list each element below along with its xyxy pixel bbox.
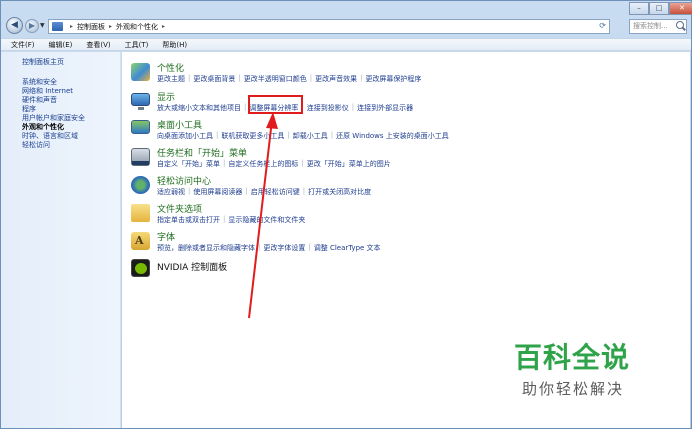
close-button[interactable]: ✕ — [669, 2, 692, 15]
sidebar-item-network[interactable]: 网络和 Internet — [22, 87, 120, 96]
link-add-gadgets[interactable]: 向桌面添加小工具 — [157, 131, 213, 141]
taskbar-icon[interactable] — [131, 148, 150, 166]
fonts-icon[interactable] — [131, 232, 150, 250]
display-icon[interactable] — [131, 93, 150, 110]
link-turn-on-access-keys[interactable]: 启用轻松访问键 — [251, 187, 300, 197]
sidebar-item-clock-language[interactable]: 时钟、语言和区域 — [22, 132, 120, 141]
folder-options-icon[interactable] — [131, 204, 150, 222]
sidebar-item-ease-of-access[interactable]: 轻松访问 — [22, 141, 120, 150]
window-controls: – □ ✕ — [629, 2, 692, 15]
category-links: 预览，删除或者显示和隐藏字体 | 更改字体设置 | 调整 ClearType 文本 — [157, 243, 381, 253]
ease-of-access-icon[interactable] — [131, 176, 150, 194]
link-show-hidden-files[interactable]: 显示隐藏的文件和文件夹 — [228, 215, 305, 225]
personalization-icon[interactable] — [131, 63, 150, 81]
category-title[interactable]: 文件夹选项 — [157, 202, 202, 215]
back-button[interactable]: ◀ — [6, 17, 23, 34]
link-accommodate-low-vision[interactable]: 适应弱视 — [157, 187, 185, 197]
menu-help[interactable]: 帮助(H) — [162, 40, 187, 50]
link-change-screensaver[interactable]: 更改屏幕保护程序 — [365, 74, 421, 84]
forward-button[interactable]: ▶ — [25, 19, 39, 33]
category-links: 适应弱视 | 使用屏幕阅读器 | 启用轻松访问键 | 打开或关闭高对比度 — [157, 187, 372, 197]
navigation-bar: ◀ ▶ ▼ ▸ 控制面板 ▸ 外观和个性化 ▸ ⟳ – □ ✕ 搜索控制... — [1, 1, 692, 37]
menu-edit[interactable]: 编辑(E) — [49, 40, 73, 50]
maximize-button[interactable]: □ — [649, 2, 669, 15]
breadcrumb-separator-icon[interactable]: ▸ — [70, 23, 73, 30]
link-change-theme[interactable]: 更改主题 — [157, 74, 185, 84]
breadcrumb-separator-icon[interactable]: ▸ — [162, 23, 165, 30]
sidebar: 控制面板主页 系统和安全 网络和 Internet 硬件和声音 程序 用户帐户和… — [1, 52, 121, 428]
desktop-gadgets-icon[interactable] — [131, 120, 150, 134]
link-restore-gadgets[interactable]: 还原 Windows 上安装的桌面小工具 — [336, 131, 449, 141]
link-connect-projector[interactable]: 连接到投影仪 — [307, 103, 349, 113]
minimize-button[interactable]: – — [629, 2, 649, 15]
sidebar-item-hardware-sound[interactable]: 硬件和声音 — [22, 96, 120, 105]
link-preview-fonts[interactable]: 预览，删除或者显示和隐藏字体 — [157, 243, 255, 253]
category-title[interactable]: 桌面小工具 — [157, 118, 202, 131]
watermark-subtitle: 助你轻松解决 — [522, 380, 625, 398]
annotation-highlight-box — [248, 95, 303, 114]
link-change-sound-effects[interactable]: 更改声音效果 — [315, 74, 357, 84]
link-single-or-double-click[interactable]: 指定单击或双击打开 — [157, 215, 220, 225]
link-adjust-cleartype[interactable]: 调整 ClearType 文本 — [314, 243, 381, 253]
breadcrumb-control-panel[interactable]: 控制面板 — [77, 22, 105, 32]
recent-pages-dropdown-icon[interactable]: ▼ — [40, 22, 45, 29]
watermark-title: 百科全说 — [514, 341, 631, 374]
sidebar-item-user-accounts[interactable]: 用户帐户和家庭安全 — [22, 114, 120, 123]
link-customize-start-menu[interactable]: 自定义「开始」菜单 — [157, 159, 220, 169]
breadcrumb-appearance[interactable]: 外观和个性化 — [116, 22, 158, 32]
nvidia-icon[interactable] — [131, 259, 150, 277]
menu-tools[interactable]: 工具(T) — [125, 40, 149, 50]
link-change-start-menu-picture[interactable]: 更改「开始」菜单上的图片 — [307, 159, 391, 169]
search-icon[interactable] — [676, 21, 684, 29]
link-customize-taskbar-icons[interactable]: 自定义任务栏上的图标 — [228, 159, 298, 169]
category-links: 更改主题 | 更改桌面背景 | 更改半透明窗口颜色 | 更改声音效果 | 更改屏幕保护程… — [157, 74, 422, 84]
search-input[interactable]: 搜索控制... — [629, 19, 687, 34]
category-links: 向桌面添加小工具 | 联机获取更多小工具 | 卸载小工具 | 还原 Windows 上… — [157, 131, 449, 141]
address-bar[interactable]: ▸ 控制面板 ▸ 外观和个性化 ▸ ⟳ — [48, 19, 610, 34]
control-panel-icon — [52, 22, 63, 31]
category-links: 指定单击或双击打开 | 显示隐藏的文件和文件夹 — [157, 215, 306, 225]
menu-bar: 文件(F) 编辑(E) 查看(V) 工具(T) 帮助(H) — [1, 38, 691, 51]
link-change-desktop-background[interactable]: 更改桌面背景 — [193, 74, 235, 84]
breadcrumb-separator-icon[interactable]: ▸ — [109, 23, 112, 30]
category-title[interactable]: 任务栏和「开始」菜单 — [157, 146, 247, 159]
sidebar-item-appearance: 外观和个性化 — [22, 123, 64, 131]
sidebar-item-system-security[interactable]: 系统和安全 — [22, 78, 120, 87]
sidebar-item-programs[interactable]: 程序 — [22, 105, 120, 114]
category-title[interactable]: NVIDIA 控制面板 — [157, 260, 227, 273]
sidebar-home-link[interactable]: 控制面板主页 — [22, 58, 120, 67]
link-get-more-gadgets[interactable]: 联机获取更多小工具 — [221, 131, 284, 141]
category-title[interactable]: 个性化 — [157, 61, 184, 74]
category-title[interactable]: 字体 — [157, 230, 175, 243]
watermark: 百科全说 助你轻松解决 — [514, 336, 630, 399]
link-high-contrast[interactable]: 打开或关闭高对比度 — [308, 187, 371, 197]
category-links: 自定义「开始」菜单 | 自定义任务栏上的图标 | 更改「开始」菜单上的图片 — [157, 159, 391, 169]
category-title[interactable]: 显示 — [157, 90, 175, 103]
link-make-text-larger[interactable]: 放大或缩小文本和其他项目 — [157, 103, 241, 113]
refresh-icon[interactable]: ⟳ — [599, 21, 606, 30]
link-change-font-settings[interactable]: 更改字体设置 — [263, 243, 305, 253]
link-change-window-color[interactable]: 更改半透明窗口颜色 — [244, 74, 307, 84]
link-use-screen-reader[interactable]: 使用屏幕阅读器 — [193, 187, 242, 197]
menu-file[interactable]: 文件(F) — [11, 40, 35, 50]
category-title[interactable]: 轻松访问中心 — [157, 174, 211, 187]
link-uninstall-gadget[interactable]: 卸载小工具 — [293, 131, 328, 141]
menu-view[interactable]: 查看(V) — [86, 40, 110, 50]
link-connect-external-display[interactable]: 连接到外部显示器 — [357, 103, 413, 113]
